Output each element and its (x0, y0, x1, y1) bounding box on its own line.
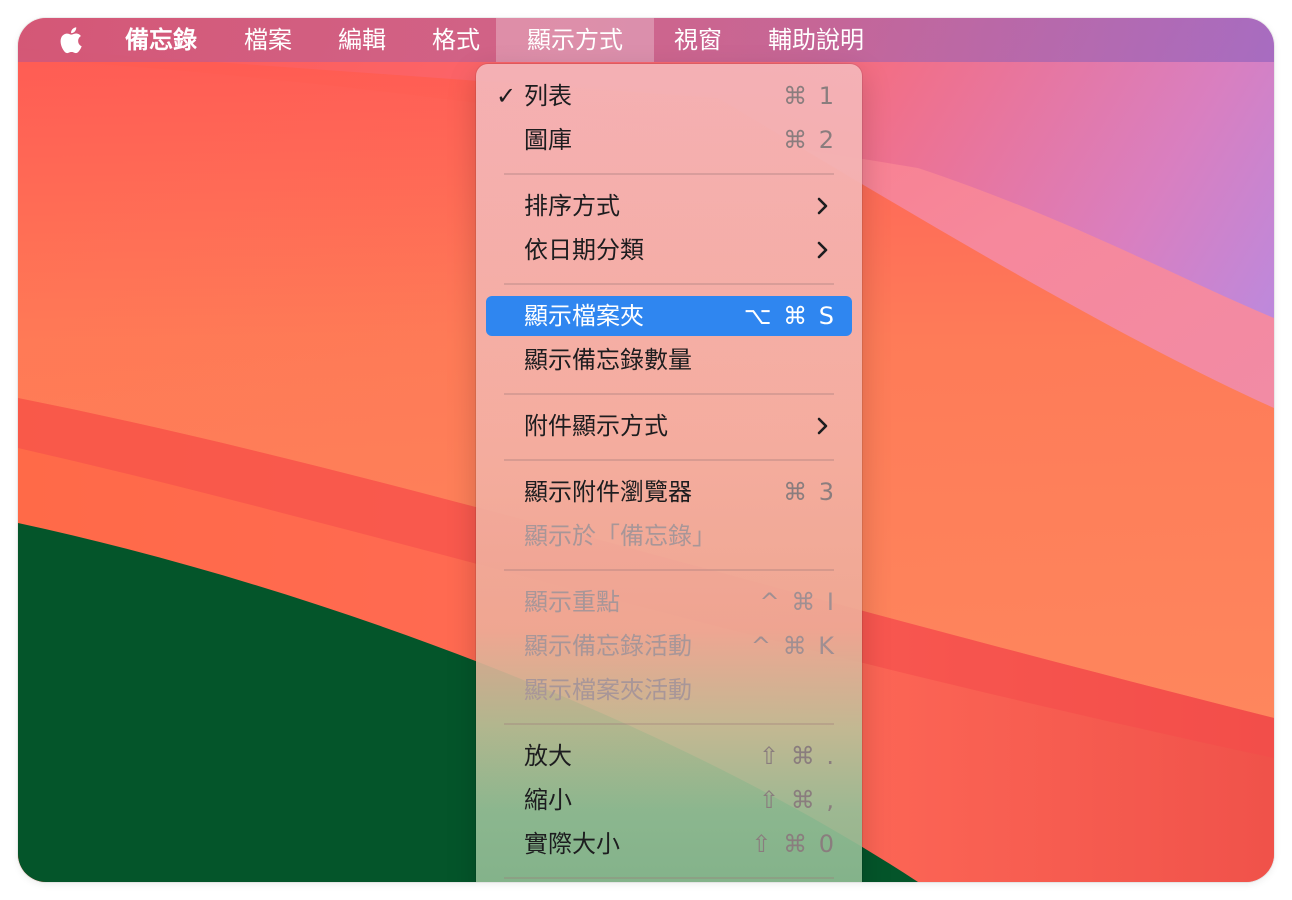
menu-item-shortcut: ⌘ 1 (783, 82, 836, 110)
menu-separator (504, 393, 834, 395)
menu-separator (504, 877, 834, 879)
menu-item[interactable]: 顯示備忘錄數量 (486, 340, 852, 380)
menu-format[interactable]: 格式 (432, 18, 480, 62)
menu-item: 顯示重點 ^ ⌘ I (486, 582, 852, 622)
menu-item-shortcut: ⇧ ⌘ 0 (751, 830, 836, 858)
menu-item-label: 顯示附件瀏覽器 (524, 478, 692, 506)
menu-item[interactable]: 排序方式 (486, 186, 852, 226)
menu-item[interactable]: 顯示檔案夾 ⌥ ⌘ S (486, 296, 852, 336)
menu-item-shortcut: ⌘ 2 (783, 126, 836, 154)
menu-item[interactable]: 附件顯示方式 (486, 406, 852, 446)
menu-item[interactable]: 縮小 ⇧ ⌘ , (486, 780, 852, 820)
menu-item-label: 顯示於「備忘錄」 (524, 522, 716, 550)
menu-separator (504, 283, 834, 285)
menu-item-label: 顯示檔案夾 (524, 302, 644, 330)
menu-item-label: 放大 (524, 742, 572, 770)
menu-item-label: 顯示檔案夾活動 (524, 676, 692, 704)
menu-item-label: 顯示重點 (524, 588, 620, 616)
menu-help[interactable]: 輔助說明 (768, 18, 864, 62)
screen: 備忘錄 檔案 編輯 格式 顯示方式 視窗 輔助說明 ✓ 列表 ⌘ 1 圖庫 ⌘ 2 排序方… (18, 18, 1274, 882)
menu-item: 顯示檔案夾活動 (486, 670, 852, 710)
menu-bar: 備忘錄 檔案 編輯 格式 顯示方式 視窗 輔助說明 (18, 18, 1274, 62)
menu-separator (504, 569, 834, 571)
menu-item[interactable]: 圖庫 ⌘ 2 (486, 120, 852, 160)
menu-item[interactable]: 放大 ⇧ ⌘ . (486, 736, 852, 776)
chevron-right-icon (817, 241, 828, 259)
menu-item[interactable]: 實際大小 ⇧ ⌘ 0 (486, 824, 852, 864)
menu-separator (504, 173, 834, 175)
menu-item-label: 列表 (524, 82, 572, 110)
menu-item-shortcut: ⌥ ⌘ S (743, 302, 836, 330)
menu-separator (504, 723, 834, 725)
menu-view[interactable]: 顯示方式 (496, 18, 654, 62)
menu-item-label: 圖庫 (524, 126, 572, 154)
menu-item[interactable]: 顯示附件瀏覽器 ⌘ 3 (486, 472, 852, 512)
menu-item: 顯示備忘錄活動 ^ ⌘ K (486, 626, 852, 666)
menu-item-label: 實際大小 (524, 830, 620, 858)
menu-item-label: 顯示備忘錄數量 (524, 346, 692, 374)
menu-item[interactable]: ✓ 列表 ⌘ 1 (486, 76, 852, 116)
menu-item-shortcut: ⌘ 3 (783, 478, 836, 506)
menu-app-name[interactable]: 備忘錄 (125, 18, 197, 62)
checkmark-icon: ✓ (496, 82, 517, 110)
menu-item: 顯示於「備忘錄」 (486, 516, 852, 556)
menu-edit[interactable]: 編輯 (338, 18, 386, 62)
menu-file[interactable]: 檔案 (244, 18, 292, 62)
chevron-right-icon (817, 197, 828, 215)
menu-separator (504, 459, 834, 461)
menu-item-shortcut: ^ ⌘ K (750, 632, 836, 660)
menu-window[interactable]: 視窗 (674, 18, 722, 62)
menu-item-label: 依日期分類 (524, 236, 644, 264)
view-dropdown-menu: ✓ 列表 ⌘ 1 圖庫 ⌘ 2 排序方式依日期分類顯示檔案夾 ⌥ ⌘ S 顯示備忘錄數量 附件顯… (476, 64, 862, 882)
menu-item-shortcut: ^ ⌘ I (759, 588, 836, 616)
menu-item-label: 附件顯示方式 (524, 412, 668, 440)
menu-item-label: 顯示備忘錄活動 (524, 632, 692, 660)
menu-item[interactable]: 依日期分類 (486, 230, 852, 270)
chevron-right-icon (817, 417, 828, 435)
menu-item-shortcut: ⇧ ⌘ . (759, 742, 836, 770)
menu-item-shortcut: ⇧ ⌘ , (759, 786, 836, 814)
menu-item-label: 縮小 (524, 786, 572, 814)
apple-logo-icon[interactable] (56, 25, 84, 55)
menu-item-label: 排序方式 (524, 192, 620, 220)
